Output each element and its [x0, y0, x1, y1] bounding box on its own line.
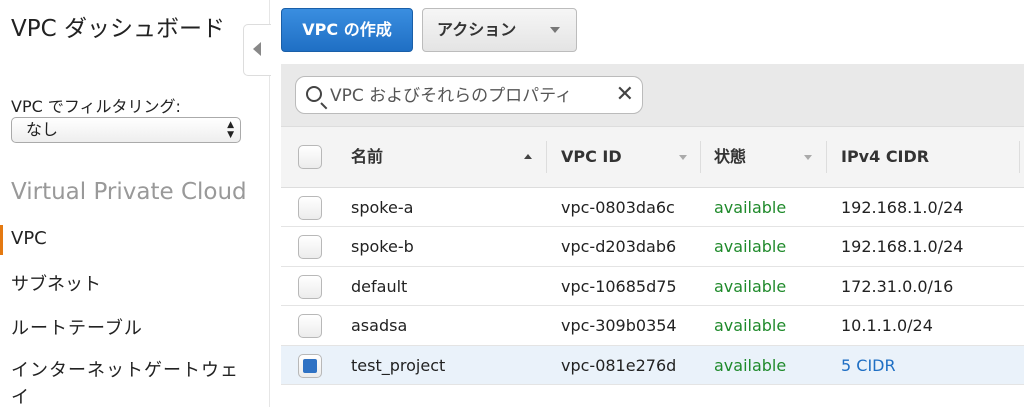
sidebar-section-title: Virtual Private Cloud [11, 179, 247, 205]
actions-dropdown-button[interactable]: アクション [422, 8, 577, 52]
column-header-ipv4-cidr[interactable]: IPv4 CIDR [841, 127, 929, 187]
vpc-filter-value: なし [26, 120, 59, 139]
row-checkbox[interactable] [298, 274, 322, 299]
actions-label: アクション [437, 20, 517, 39]
cell-vpc-id: vpc-10685d75 [561, 276, 677, 296]
sidebar-title[interactable]: VPC ダッシュボード [11, 14, 241, 45]
cell-state: available [714, 355, 787, 375]
sidebar-item-subnets[interactable]: サブネット [11, 270, 101, 296]
clear-search-icon[interactable]: ✕ [616, 84, 634, 106]
vpc-filter-select[interactable]: なし ▲ ▼ [11, 117, 241, 143]
column-divider [700, 141, 701, 173]
sidebar-item-vpc[interactable]: VPC [11, 228, 47, 249]
search-input[interactable] [330, 83, 608, 109]
search-icon [306, 86, 322, 102]
sidebar-item-route-tables[interactable]: ルートテーブル [11, 314, 143, 340]
cell-vpc-id: vpc-309b0354 [561, 316, 677, 336]
sort-icon[interactable] [679, 155, 687, 160]
row-checkbox[interactable] [298, 235, 322, 260]
vpc-filter-label: VPC でフィルタリング: [11, 97, 181, 116]
column-header-state[interactable]: 状態 [714, 127, 746, 187]
column-divider [826, 141, 827, 173]
table-row[interactable]: asadsa vpc-309b0354 available 10.1.1.0/2… [281, 306, 1024, 346]
table-header: 名前 VPC ID 状態 IPv4 CIDR [281, 126, 1024, 188]
cell-name: test_project [351, 355, 446, 375]
sort-ascending-icon[interactable] [524, 154, 532, 159]
cell-state: available [714, 276, 787, 296]
cidr-link[interactable]: 5 CIDR [841, 346, 896, 385]
column-divider [1019, 141, 1020, 173]
column-header-vpc-id[interactable]: VPC ID [561, 127, 622, 187]
sidebar: VPC ダッシュボード VPC でフィルタリング: なし ▲ ▼ Virtual … [0, 0, 270, 407]
search-box[interactable]: ✕ [295, 76, 643, 114]
select-all-checkbox[interactable] [298, 145, 322, 169]
create-vpc-button[interactable]: VPC の作成 [281, 8, 413, 52]
column-header-name[interactable]: 名前 [351, 127, 383, 187]
row-checkbox-checked[interactable] [298, 353, 322, 378]
chevron-left-icon [253, 42, 261, 56]
chevron-down-icon [550, 27, 560, 33]
cell-state: available [714, 316, 787, 336]
cell-vpc-id: vpc-d203dab6 [561, 237, 677, 257]
sidebar-item-internet-gateways[interactable]: インターネットゲートウェイ [11, 357, 246, 407]
main-content: VPC の作成 アクション ✕ 名前 VPC ID 状態 IPv4 CIDR [271, 0, 1024, 407]
cell-ipv4-cidr: 192.168.1.0/24 [841, 198, 964, 217]
cell-name: spoke-a [351, 198, 414, 217]
cell-name: spoke-b [351, 237, 414, 257]
cell-ipv4-cidr: 192.168.1.0/24 [841, 237, 964, 257]
table-row[interactable]: spoke-b vpc-d203dab6 available 192.168.1… [281, 227, 1024, 267]
cell-ipv4-cidr: 172.31.0.0/16 [841, 276, 954, 296]
cell-state: available [714, 237, 787, 257]
table-row-selected[interactable]: test_project vpc-081e276d available 5 CI… [281, 345, 1024, 385]
sidebar-collapse-button[interactable] [243, 24, 271, 76]
cell-name: asadsa [351, 316, 408, 336]
cell-name: default [351, 276, 408, 296]
table-row[interactable]: spoke-a vpc-0803da6c available 192.168.1… [281, 188, 1024, 228]
row-checkbox[interactable] [298, 314, 322, 339]
cell-ipv4-cidr: 10.1.1.0/24 [841, 316, 933, 336]
row-checkbox[interactable] [298, 196, 322, 220]
table-row[interactable]: default vpc-10685d75 available 172.31.0.… [281, 266, 1024, 307]
cell-vpc-id: vpc-081e276d [561, 355, 677, 375]
cell-vpc-id: vpc-0803da6c [561, 198, 675, 217]
vpc-table: 名前 VPC ID 状態 IPv4 CIDR spoke-a vpc-0803d… [281, 126, 1024, 385]
sort-icon[interactable] [804, 155, 812, 160]
filter-toolbar: ✕ [281, 64, 1024, 126]
active-indicator [0, 225, 3, 255]
select-arrows-icon: ▲ ▼ [227, 120, 234, 140]
cell-state: available [714, 198, 787, 217]
column-divider [546, 141, 547, 173]
